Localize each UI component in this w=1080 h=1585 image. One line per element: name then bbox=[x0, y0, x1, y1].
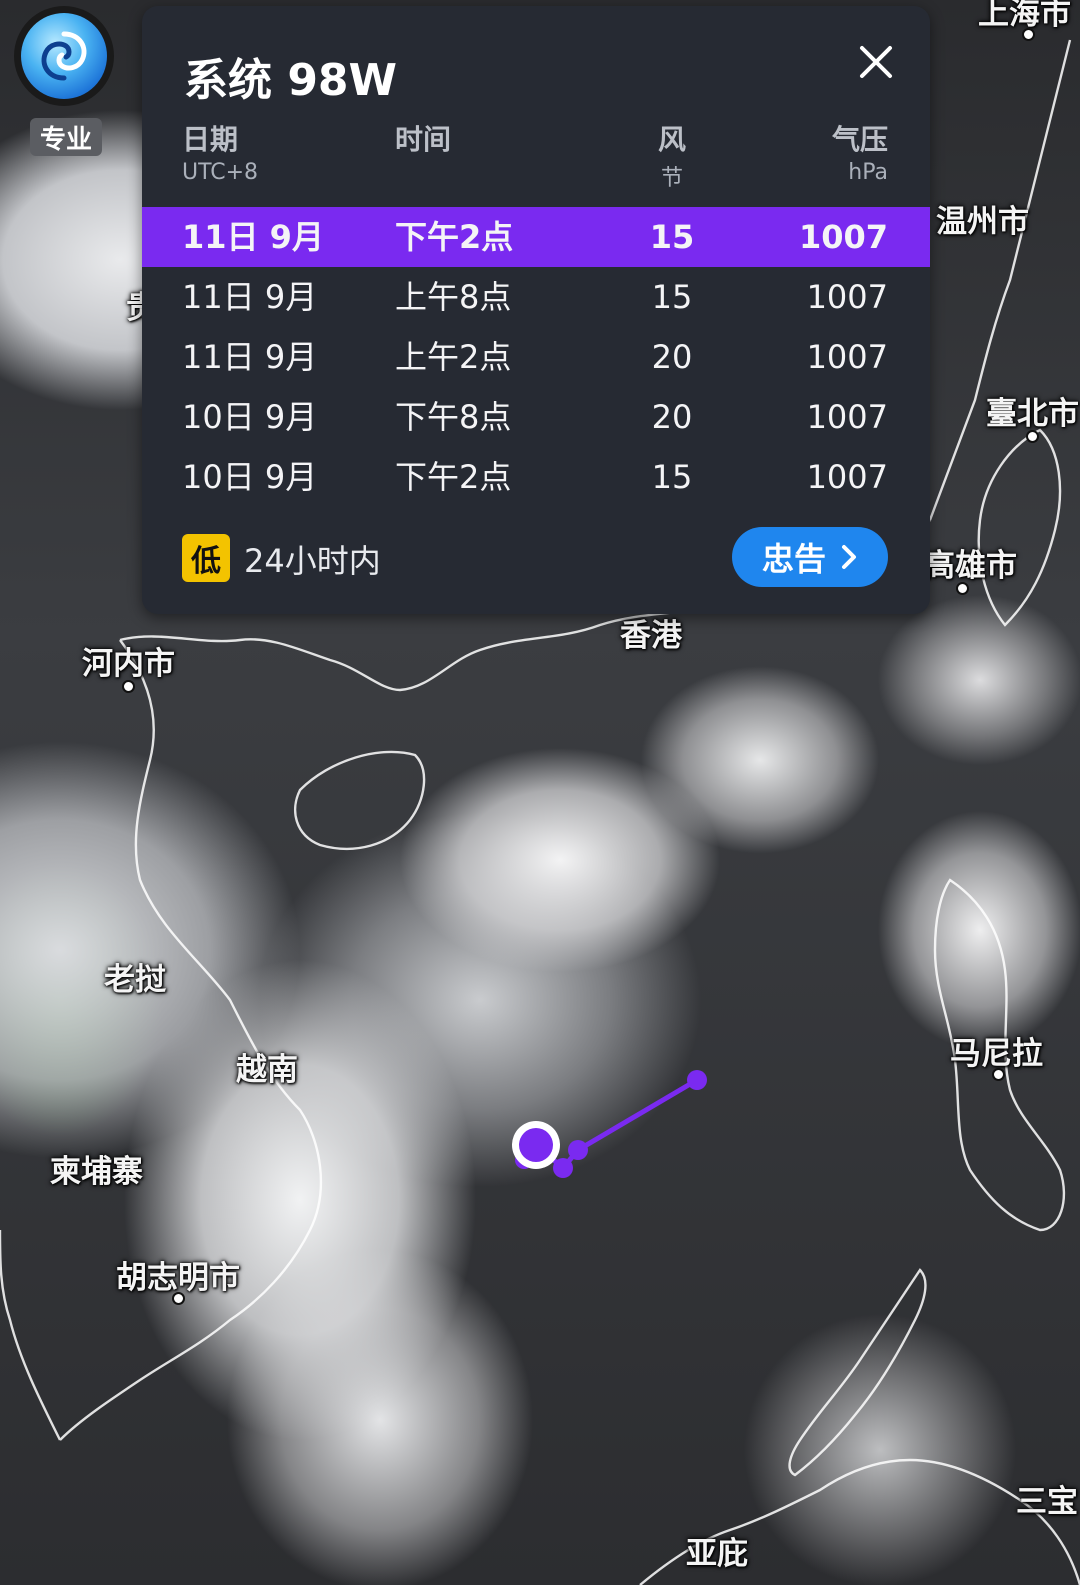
row-time: 下午2点 bbox=[395, 218, 514, 256]
table-row[interactable]: 10日 9月 下午8点 20 1007 bbox=[142, 387, 930, 447]
storm-info-panel: 系统 98W 日期 UTC+8 时间 风 节 气压 hPa 11日 9月 下午2… bbox=[142, 6, 930, 614]
track-segment bbox=[576, 1077, 699, 1153]
header-time: 时间 bbox=[395, 123, 452, 156]
app-logo[interactable] bbox=[14, 6, 114, 106]
header-date-unit: UTC+8 bbox=[182, 160, 259, 185]
advisory-button-label: 忠告 bbox=[761, 540, 826, 578]
header-wind-unit: 节 bbox=[660, 166, 683, 191]
row-wind: 15 bbox=[651, 278, 693, 316]
row-wind: 15 bbox=[649, 218, 695, 256]
table-row[interactable]: 11日 9月 上午8点 15 1007 bbox=[142, 267, 930, 327]
track-point[interactable] bbox=[553, 1158, 573, 1178]
row-wind: 20 bbox=[651, 398, 693, 436]
row-date: 11日 9月 bbox=[182, 278, 318, 316]
typhoon-swirl-icon bbox=[21, 13, 107, 99]
header-pressure: 气压 bbox=[831, 123, 888, 156]
row-date: 11日 9月 bbox=[182, 218, 324, 256]
table-row[interactable]: 11日 9月 下午2点 15 1007 bbox=[142, 207, 930, 267]
row-wind: 15 bbox=[651, 458, 693, 496]
chevron-right-icon bbox=[842, 545, 856, 569]
track-point[interactable] bbox=[687, 1070, 707, 1090]
row-time: 上午2点 bbox=[395, 338, 512, 376]
row-pressure: 1007 bbox=[798, 218, 888, 256]
header-date: 日期 bbox=[182, 123, 239, 156]
row-pressure: 1007 bbox=[806, 458, 888, 496]
row-time: 下午8点 bbox=[395, 398, 512, 436]
row-date: 10日 9月 bbox=[182, 458, 318, 496]
intensity-level-text: 24小时内 bbox=[244, 542, 381, 580]
pro-mode-badge[interactable]: 专业 bbox=[30, 118, 102, 156]
current-position-marker[interactable] bbox=[519, 1128, 553, 1162]
table-row[interactable]: 10日 9月 下午2点 15 1007 bbox=[142, 447, 930, 507]
table-row[interactable]: 11日 9月 上午2点 20 1007 bbox=[142, 327, 930, 387]
row-pressure: 1007 bbox=[806, 278, 888, 316]
row-time: 下午2点 bbox=[395, 458, 512, 496]
close-button[interactable] bbox=[856, 42, 896, 82]
row-time: 上午8点 bbox=[395, 278, 512, 316]
row-pressure: 1007 bbox=[806, 398, 888, 436]
storm-title: 系统 98W bbox=[184, 55, 398, 106]
row-date: 11日 9月 bbox=[182, 338, 318, 376]
track-point[interactable] bbox=[568, 1140, 588, 1160]
row-pressure: 1007 bbox=[806, 338, 888, 376]
row-wind: 20 bbox=[651, 338, 693, 376]
header-pressure-unit: hPa bbox=[848, 160, 888, 185]
advisory-button[interactable]: 忠告 bbox=[732, 527, 888, 587]
close-icon bbox=[860, 46, 892, 78]
intensity-level-badge: 低 bbox=[182, 534, 230, 582]
row-date: 10日 9月 bbox=[182, 398, 318, 436]
swirl-graphic bbox=[41, 31, 87, 81]
header-wind: 风 bbox=[657, 123, 686, 156]
